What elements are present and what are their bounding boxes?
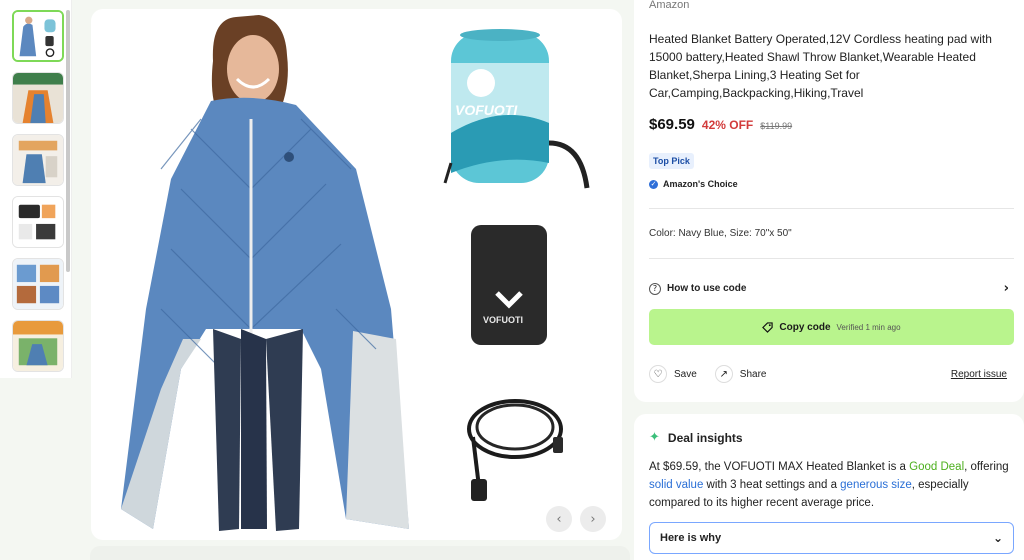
- original-price: $119.99: [760, 121, 793, 131]
- thumbnail-6[interactable]: [12, 320, 64, 372]
- battery-brand-text: VOFUOTI: [483, 315, 523, 325]
- chevron-left-icon: ‹: [556, 511, 562, 527]
- bottom-panel-edge: [90, 546, 630, 560]
- thumbnail-3-image: [13, 135, 63, 185]
- store-name[interactable]: Amazon: [649, 0, 689, 11]
- share-button[interactable]: ↗ Share: [714, 365, 767, 383]
- chevron-down-icon: ⌄: [992, 531, 1003, 545]
- model-with-blanket-illustration: [121, 15, 409, 531]
- solid-value-highlight: solid value: [649, 479, 704, 491]
- thumbnail-1-image: [14, 12, 62, 60]
- previous-image-button[interactable]: ‹: [546, 506, 572, 532]
- thumbnail-scrollbar[interactable]: [66, 10, 70, 272]
- thumbnail-2-image: [13, 73, 63, 123]
- thumbnail-5-image: [13, 259, 63, 309]
- main-product-image: VOFUOTI VOFUOTI ‹ ›: [91, 9, 622, 540]
- report-issue-link[interactable]: Report issue: [951, 369, 1007, 380]
- divider: [649, 258, 1014, 259]
- product-title: Heated Blanket Battery Operated,12V Cord…: [649, 32, 992, 100]
- amazons-choice-label: Amazon's Choice: [663, 179, 738, 189]
- discount-badge: 42% OFF: [701, 118, 754, 132]
- tag-icon: [762, 321, 774, 333]
- battery-pack-illustration: VOFUOTI: [471, 225, 547, 345]
- chevron-right-icon: ›: [590, 511, 596, 527]
- action-row: ♡ Save ↗ Share Report issue: [649, 365, 1007, 383]
- save-button[interactable]: ♡ Save: [649, 365, 697, 383]
- storage-pouch-illustration: VOFUOTI: [443, 29, 590, 189]
- current-price: $69.59: [649, 116, 695, 133]
- here-is-why-dropdown[interactable]: Here is why ⌄: [649, 522, 1014, 554]
- here-is-why-label: Here is why: [660, 532, 722, 544]
- thumbnail-2[interactable]: [12, 72, 64, 124]
- chevron-right-icon: ›: [1003, 281, 1009, 296]
- copy-code-button[interactable]: Copy code Verified 1 min ago: [649, 309, 1014, 345]
- question-circle-icon: ?: [649, 282, 661, 295]
- thumbnail-3[interactable]: [12, 134, 64, 186]
- how-to-use-code-row[interactable]: ? How to use code ›: [649, 281, 1009, 296]
- power-cable-illustration: [467, 399, 563, 501]
- next-image-button[interactable]: ›: [580, 506, 606, 532]
- thumbnail-strip: [0, 0, 72, 378]
- insight-text-part: At $69.59, the VOFUOTI MAX Heated Blanke…: [649, 461, 910, 473]
- top-pick-badge: Top Pick: [649, 153, 694, 169]
- save-label: Save: [674, 368, 697, 380]
- verified-timestamp: Verified 1 min ago: [836, 322, 901, 332]
- share-label: Share: [739, 368, 767, 380]
- deal-insights-title: Deal insights: [667, 430, 743, 445]
- insight-text-part: with 3 heat settings and a: [703, 479, 841, 491]
- sparkle-icon: ✦: [649, 430, 660, 445]
- price-row: $69.59 42% OFF $119.99: [649, 116, 792, 133]
- generous-size-highlight: generous size: [840, 479, 912, 491]
- thumbnail-4-image: [13, 197, 63, 247]
- pouch-brand-text: VOFUOTI: [455, 102, 518, 118]
- amazons-choice-badge: ✓ Amazon's Choice: [649, 179, 738, 189]
- how-to-use-code-label: How to use code: [667, 283, 747, 294]
- deal-info-card: Amazon Heated Blanket Battery Operated,1…: [634, 0, 1024, 402]
- heart-icon: ♡: [649, 365, 667, 383]
- variant-text: Color: Navy Blue, Size: 70"x 50": [649, 228, 792, 239]
- thumbnail-1[interactable]: [12, 10, 64, 62]
- share-icon: ↗: [714, 365, 733, 383]
- thumbnail-4[interactable]: [12, 196, 64, 248]
- thumbnail-6-image: [13, 321, 63, 371]
- deal-insights-text: At $69.59, the VOFUOTI MAX Heated Blanke…: [649, 458, 1011, 512]
- deal-insights-card: ✦ Deal insights At $69.59, the VOFUOTI M…: [634, 414, 1024, 560]
- divider: [649, 208, 1014, 209]
- thumbnail-5[interactable]: [12, 258, 64, 310]
- insight-text-part: , offering: [964, 461, 1009, 473]
- deal-insights-header: ✦ Deal insights: [649, 430, 743, 445]
- good-deal-highlight: Good Deal: [909, 461, 965, 473]
- check-badge-icon: ✓: [649, 179, 658, 189]
- copy-code-label: Copy code: [779, 321, 831, 333]
